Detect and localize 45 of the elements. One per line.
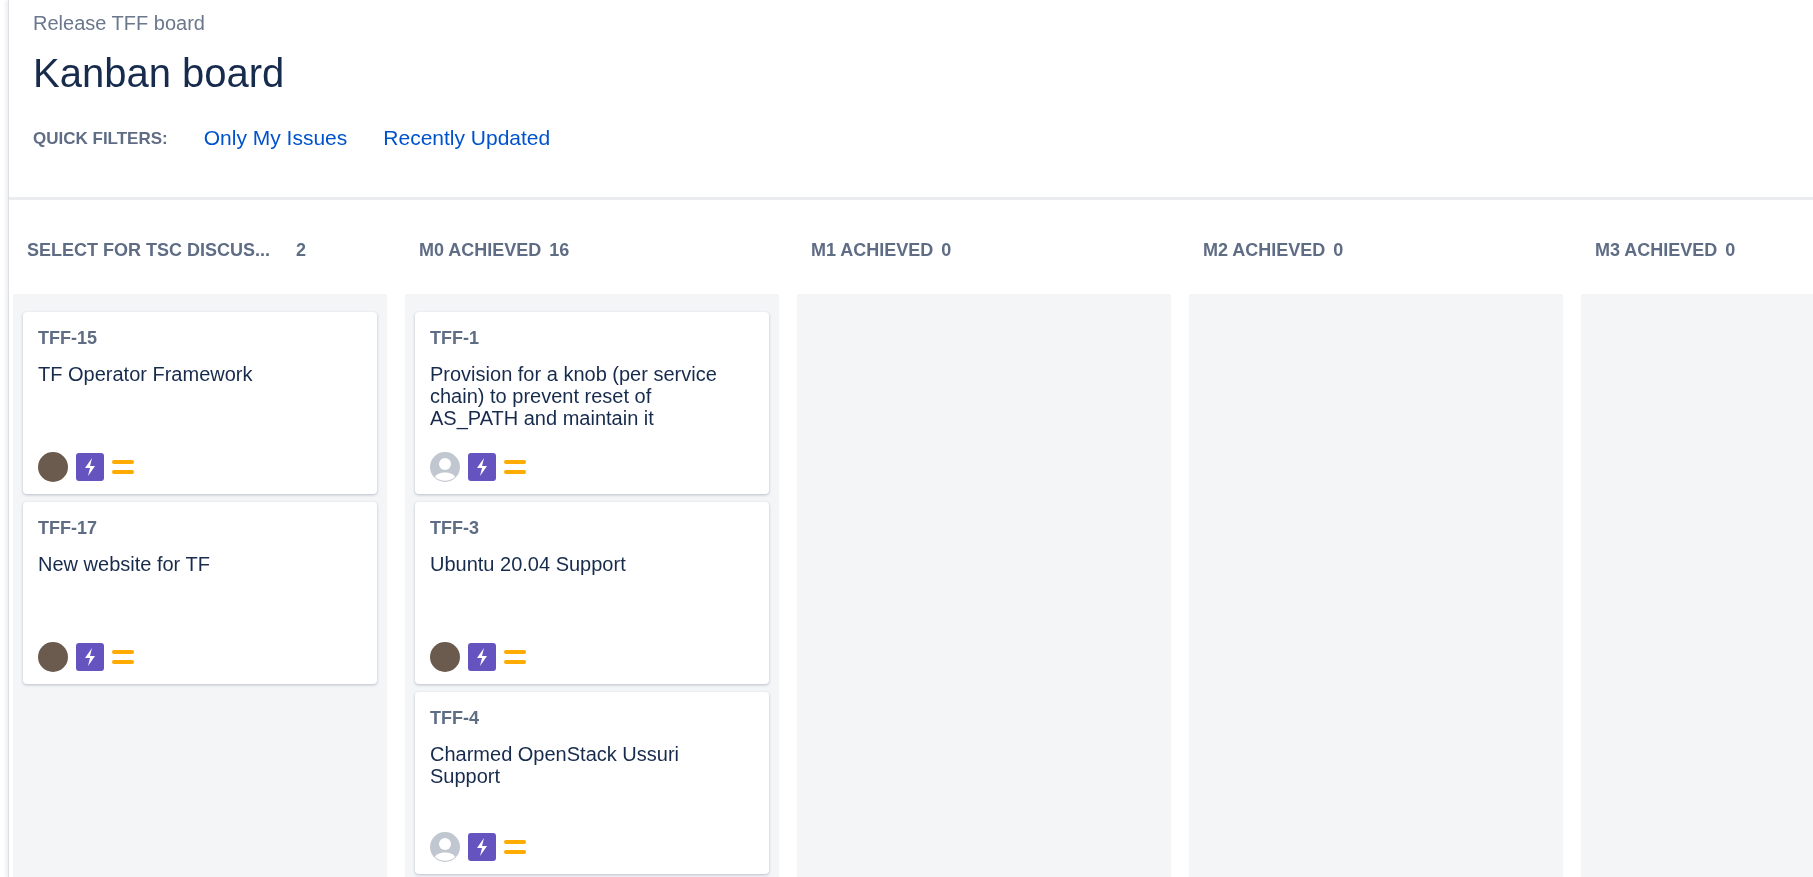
priority-icon (112, 650, 134, 664)
lightning-icon (76, 453, 104, 481)
avatar-icon (430, 832, 460, 862)
page-title: Kanban board (33, 51, 286, 96)
issue-card[interactable]: TFF-1 Provision for a knob (per service chain) to prevent reset of AS_PATH and maintain it (415, 312, 769, 494)
priority-icon (504, 460, 526, 474)
lightning-icon (468, 453, 496, 481)
issue-key: TFF-3 (430, 518, 754, 539)
priority-icon (504, 650, 526, 664)
issue-summary: TF Operator Framework (38, 363, 254, 385)
column-title: M1 ACHIEVED (811, 240, 934, 261)
avatar (38, 642, 68, 672)
avatar (430, 642, 460, 672)
issue-summary: Ubuntu 20.04 Support (430, 553, 627, 575)
priority-icon (112, 460, 134, 474)
column-count: 0 (941, 240, 952, 261)
issue-card[interactable]: TFF-17 New website for TF (23, 502, 377, 684)
column-count: 2 (296, 240, 307, 261)
quick-filters-label: QUICK FILTERS: (33, 129, 168, 149)
issue-key: TFF-15 (38, 328, 362, 349)
issue-summary: Provision for a knob (per service chain) to prevent reset of AS_PATH and maintain it (430, 363, 718, 429)
column-title: M2 ACHIEVED (1203, 240, 1326, 261)
issue-key: TFF-17 (38, 518, 362, 539)
issue-summary: Charmed OpenStack Ussuri Support (430, 743, 680, 787)
issue-card[interactable]: TFF-3 Ubuntu 20.04 Support (415, 502, 769, 684)
lightning-icon (76, 643, 104, 671)
column-title: M0 ACHIEVED (419, 240, 542, 261)
issue-key: TFF-1 (430, 328, 754, 349)
issue-summary: New website for TF (38, 553, 211, 575)
quick-filter-link[interactable]: Recently Updated (383, 126, 551, 152)
board-breadcrumb: Release TFF board (33, 12, 206, 35)
column-count: 16 (549, 240, 570, 261)
avatar-icon (430, 452, 460, 482)
column-title: M3 ACHIEVED (1595, 240, 1718, 261)
column-title: SELECT FOR TSC DISCUS... (27, 240, 271, 261)
column-count: 0 (1333, 240, 1344, 261)
quick-filter-link[interactable]: Only My Issues (203, 126, 348, 152)
lightning-icon (468, 643, 496, 671)
priority-icon (504, 840, 526, 854)
lightning-icon (468, 833, 496, 861)
avatar (38, 452, 68, 482)
column-count: 0 (1725, 240, 1736, 261)
issue-key: TFF-4 (430, 708, 754, 729)
issue-card[interactable]: TFF-15 TF Operator Framework (23, 312, 377, 494)
issue-card[interactable]: TFF-4 Charmed OpenStack Ussuri Support (415, 692, 769, 874)
